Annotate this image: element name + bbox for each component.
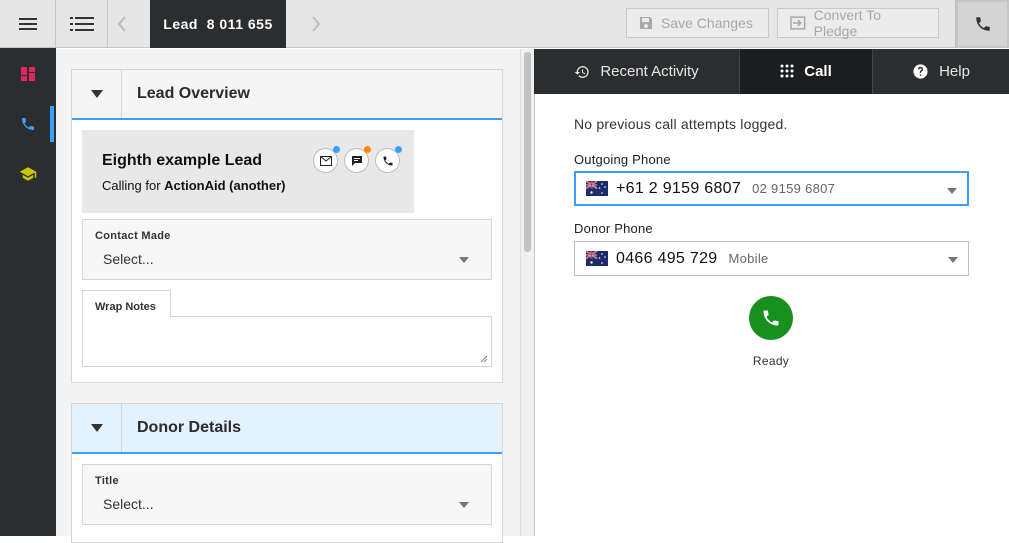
contact-made-value: Select... <box>103 251 154 267</box>
title-label: Title <box>95 475 119 487</box>
email-icon <box>319 155 332 166</box>
lead-list-button[interactable] <box>56 0 108 48</box>
menu-button[interactable] <box>0 0 56 48</box>
save-changes-button[interactable]: Save Changes <box>626 8 769 38</box>
contact-made-label: Contact Made <box>95 230 171 242</box>
list-icon <box>69 17 94 31</box>
caret-down-icon <box>90 90 103 98</box>
tab-call[interactable]: Call <box>739 49 873 94</box>
lead-id-tab: Lead 8 011 655 <box>150 0 286 48</box>
donor-phone-label: Donor Phone <box>574 221 653 236</box>
lead-overview-header[interactable]: Lead Overview <box>72 70 502 120</box>
lead-summary: Eighth example Lead Calling for ActionAi… <box>82 130 414 213</box>
nav-training[interactable] <box>0 156 56 192</box>
call-lead-button[interactable] <box>375 146 402 173</box>
resize-handle-icon[interactable] <box>480 355 488 363</box>
australia-flag-icon <box>586 251 608 266</box>
outgoing-phone-select[interactable]: +61 2 9159 6807 02 9159 6807 <box>574 171 969 206</box>
phone-icon <box>763 310 779 326</box>
save-changes-label: Save Changes <box>661 15 753 31</box>
australia-flag-icon <box>586 181 608 196</box>
tab-help[interactable]: Help <box>873 49 1009 94</box>
scrollbar[interactable] <box>520 49 534 536</box>
donor-details-card: Donor Details Title Select... <box>71 403 503 543</box>
email-notification-dot <box>333 146 340 153</box>
graduation-cap-icon <box>19 167 37 181</box>
history-icon <box>574 65 589 78</box>
phone-icon <box>22 118 34 130</box>
tab-call-label: Call <box>804 63 832 80</box>
dialpad-icon <box>780 64 794 77</box>
scrollbar-thumb[interactable] <box>524 52 531 252</box>
no-previous-attempts: No previous call attempts logged. <box>574 116 788 132</box>
wrap-notes-tab[interactable]: Wrap Notes <box>82 290 171 318</box>
donor-details-header[interactable]: Donor Details <box>72 404 502 454</box>
outgoing-phone-label: Outgoing Phone <box>574 152 671 167</box>
collapse-toggle[interactable] <box>72 70 122 118</box>
tab-recent-activity[interactable]: Recent Activity <box>534 49 739 94</box>
phone-icon <box>383 156 392 165</box>
top-bar: Lead 8 011 655 Save Changes Convert To P… <box>56 0 1009 48</box>
calling-for: Calling for ActionAid (another) <box>102 178 414 193</box>
lead-overview-card: Lead Overview Eighth example Lead Callin… <box>71 69 503 383</box>
call-notification-dot <box>395 146 402 153</box>
email-button[interactable] <box>313 146 340 173</box>
donor-details-title: Donor Details <box>137 419 242 436</box>
calling-for-org: ActionAid (another) <box>164 178 286 193</box>
caret-down-icon <box>459 257 469 263</box>
phone-icon <box>975 17 990 31</box>
convert-to-pledge-button[interactable]: Convert To Pledge <box>777 7 939 39</box>
help-icon <box>913 64 928 79</box>
caret-down-icon <box>459 502 469 508</box>
sms-notification-dot <box>364 146 371 153</box>
nav-dashboard[interactable] <box>0 56 56 92</box>
tab-recent-activity-label: Recent Activity <box>600 63 699 80</box>
convert-to-pledge-label: Convert To Pledge <box>813 7 882 39</box>
wrap-notes-textarea[interactable] <box>82 316 492 367</box>
collapse-toggle[interactable] <box>72 404 122 452</box>
outgoing-phone-number: +61 2 9159 6807 <box>616 179 742 197</box>
call-status: Ready <box>752 354 790 368</box>
right-tabs: Recent Activity Call Help <box>534 49 1009 94</box>
outgoing-phone-local: 02 9159 6807 <box>752 181 836 196</box>
nav-calls[interactable] <box>0 106 56 142</box>
previous-lead-button[interactable] <box>112 12 132 36</box>
contact-made-select[interactable]: Contact Made Select... <box>82 219 492 280</box>
title-select[interactable]: Title Select... <box>82 464 492 525</box>
convert-icon <box>790 16 806 30</box>
title-value: Select... <box>103 496 154 512</box>
caret-down-icon <box>948 257 958 263</box>
calling-for-prefix: Calling for <box>102 178 161 193</box>
tab-help-label: Help <box>939 63 970 80</box>
chat-icon <box>351 155 362 166</box>
sms-button[interactable] <box>344 146 371 173</box>
hamburger-icon <box>18 17 37 30</box>
donor-phone-select[interactable]: 0466 495 729 Mobile <box>574 241 969 276</box>
caret-down-icon <box>947 188 957 194</box>
chevron-right-icon <box>312 16 321 32</box>
left-rail <box>0 0 56 536</box>
save-icon <box>640 17 652 29</box>
donor-phone-number: 0466 495 729 <box>616 249 718 267</box>
dashboard-icon <box>21 67 35 81</box>
next-lead-button[interactable] <box>306 12 326 36</box>
lead-overview-title: Lead Overview <box>137 85 250 102</box>
caret-down-icon <box>90 424 103 432</box>
phone-panel-toggle[interactable] <box>955 0 1009 48</box>
donor-phone-type: Mobile <box>728 251 769 266</box>
chevron-left-icon <box>117 16 126 32</box>
start-call-button[interactable] <box>749 296 793 340</box>
